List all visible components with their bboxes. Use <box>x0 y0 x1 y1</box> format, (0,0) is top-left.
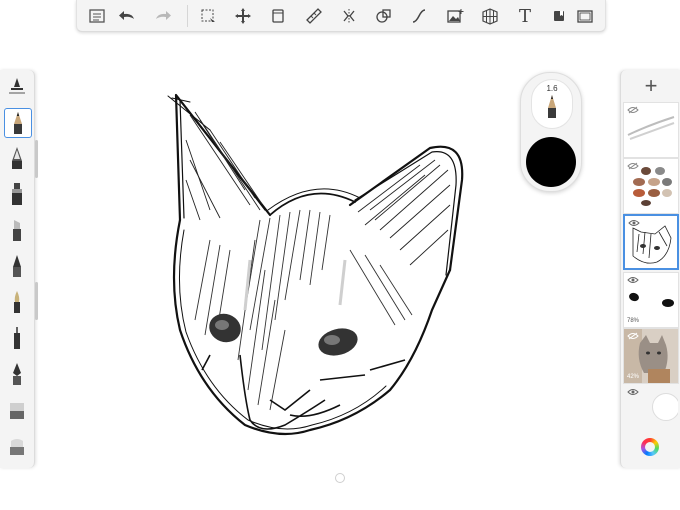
fill-bucket-icon[interactable] <box>266 4 290 28</box>
layer-eyes[interactable]: 78% <box>623 272 679 328</box>
marker-icon[interactable] <box>4 180 30 208</box>
ruler-icon[interactable] <box>302 4 326 28</box>
brush-size-value: 1.6 <box>546 84 558 93</box>
text-tool-label: T <box>518 5 531 27</box>
eye-icon[interactable] <box>627 276 639 284</box>
paintbrush-icon[interactable] <box>4 288 30 316</box>
brush-toolbar <box>0 70 35 468</box>
layer-reference-photo[interactable]: 42% <box>623 328 679 384</box>
hidden-eye-icon[interactable] <box>627 106 639 114</box>
symmetry-icon[interactable] <box>337 4 361 28</box>
background-color-swatch[interactable] <box>652 393 678 421</box>
right-eye <box>318 328 358 356</box>
brush-size-control[interactable]: 1.6 <box>531 79 573 129</box>
list-icon[interactable] <box>85 4 109 28</box>
blender-icon[interactable] <box>4 432 30 460</box>
brush-tip-icon <box>548 95 556 118</box>
undo-icon[interactable] <box>115 4 139 28</box>
select-icon[interactable] <box>196 4 220 28</box>
add-layer-label: + <box>644 73 658 98</box>
airbrush-icon[interactable] <box>4 144 30 172</box>
fineliner-icon[interactable] <box>4 324 30 352</box>
hidden-eye-icon[interactable] <box>627 332 639 340</box>
left-eye <box>209 313 241 343</box>
color-wheel-icon[interactable] <box>641 438 659 456</box>
pencil-icon[interactable] <box>4 74 30 102</box>
layer-color-swatches[interactable] <box>623 158 679 214</box>
eye-icon[interactable] <box>628 219 640 227</box>
calligraphy-icon[interactable] <box>4 360 30 388</box>
layer-brush-strokes[interactable] <box>623 102 679 158</box>
perspective-grid-icon[interactable] <box>478 4 502 28</box>
canvas-scroll-indicator <box>335 473 345 483</box>
top-toolbar: T <box>76 0 606 32</box>
move-icon[interactable] <box>231 4 255 28</box>
curve-icon[interactable] <box>407 4 431 28</box>
toolbar-grip-top[interactable] <box>35 140 38 178</box>
layer-cat-sketch[interactable] <box>623 214 679 270</box>
chisel-icon[interactable] <box>4 216 30 244</box>
layers-panel: + 78% 42% <box>620 70 680 468</box>
add-layer-button[interactable]: + <box>621 72 680 100</box>
brush-color-swatch[interactable] <box>526 137 576 187</box>
drawing-canvas[interactable] <box>150 70 480 460</box>
redo-icon[interactable] <box>151 4 175 28</box>
eye-icon[interactable] <box>627 388 639 396</box>
book-icon[interactable] <box>547 4 571 28</box>
pencil-selected-icon[interactable] <box>4 108 32 138</box>
text-icon[interactable]: T <box>513 4 537 28</box>
fullscreen-icon[interactable] <box>573 4 597 28</box>
brush-puck[interactable]: 1.6 <box>520 72 582 192</box>
layer-background[interactable] <box>623 384 679 440</box>
layer-opacity: 78% <box>627 318 640 324</box>
ink-pen-icon[interactable] <box>4 252 30 280</box>
eraser-icon[interactable] <box>4 396 30 424</box>
image-icon[interactable] <box>443 4 467 28</box>
toolbar-grip-bottom[interactable] <box>35 282 38 320</box>
shapes-icon[interactable] <box>372 4 396 28</box>
toolbar-divider <box>187 5 188 27</box>
hidden-eye-icon[interactable] <box>627 162 639 170</box>
layer-opacity: 42% <box>627 374 640 380</box>
